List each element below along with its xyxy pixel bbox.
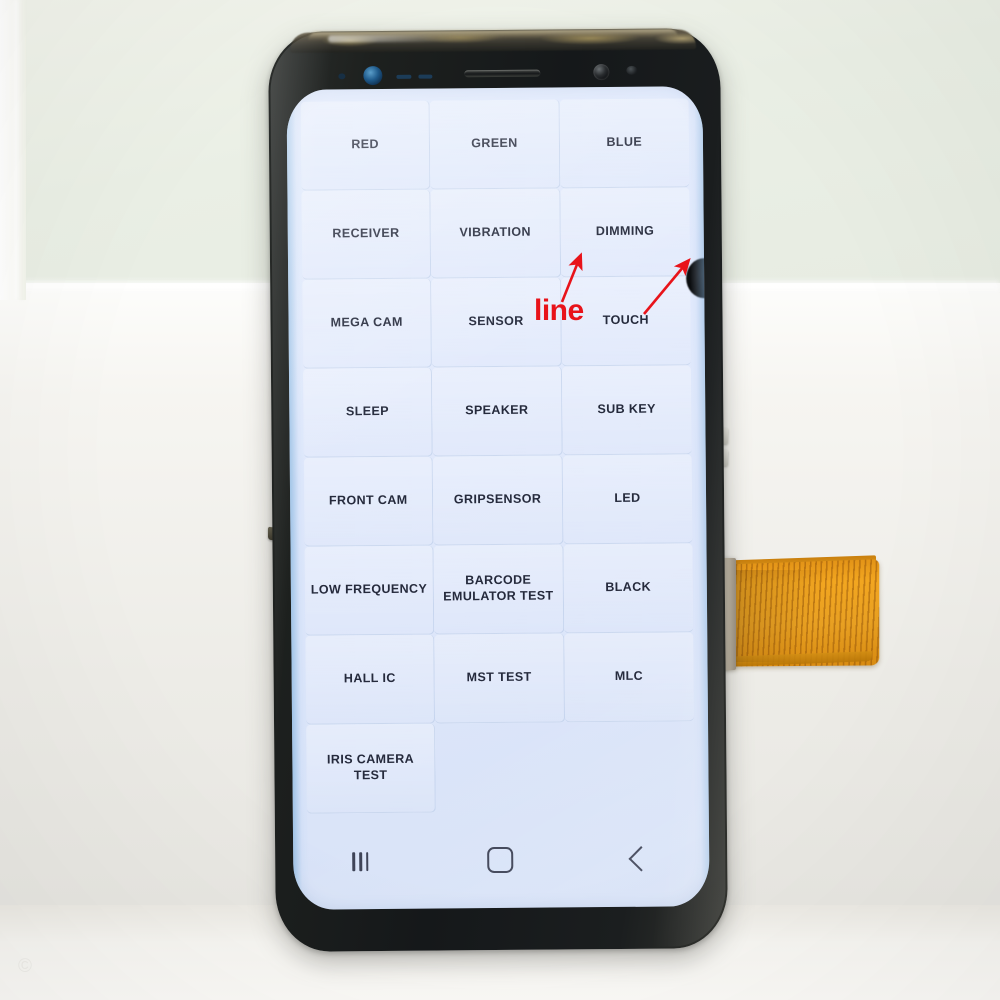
recents-button[interactable] [352, 851, 369, 871]
test-button-barcode-emulator[interactable]: BARCODE EMULATOR TEST [433, 544, 564, 635]
test-button-iris-camera-test[interactable]: IRIS CAMERA TEST [306, 723, 437, 814]
test-button-led[interactable]: LED [562, 454, 693, 545]
test-button-hall-ic[interactable]: HALL IC [305, 634, 436, 725]
test-button-blue[interactable]: BLUE [559, 98, 690, 189]
flex-cable-ribbon [720, 559, 880, 667]
test-button-touch[interactable]: TOUCH [560, 276, 691, 367]
factory-test-grid: RED GREEN BLUE RECEIVER VIBRATION DIMMIN… [300, 98, 695, 814]
screenshot-root: RED GREEN BLUE RECEIVER VIBRATION DIMMIN… [0, 0, 1000, 1000]
test-button-sub-key[interactable]: SUB KEY [561, 365, 692, 456]
sensor-dot-icon [338, 73, 346, 80]
test-button-green[interactable]: GREEN [429, 99, 561, 190]
watermark: © [18, 956, 32, 977]
proximity-sensor-icon [363, 65, 383, 86]
test-button-red[interactable]: RED [300, 100, 431, 191]
test-button-mlc[interactable]: MLC [563, 632, 695, 723]
sensor-bar-icon-1 [396, 74, 412, 79]
test-button-sleep[interactable]: SLEEP [302, 367, 434, 458]
test-button-dimming[interactable]: DIMMING [560, 187, 691, 278]
test-button-front-cam[interactable]: FRONT CAM [303, 456, 434, 547]
test-button-low-frequency[interactable]: LOW FREQUENCY [304, 545, 435, 636]
test-button-mst-test[interactable]: MST TEST [434, 633, 565, 724]
sensor-bar-icon-2 [418, 74, 433, 79]
test-button-gripsensor[interactable]: GRIPSENSOR [433, 455, 564, 546]
test-button-receiver[interactable]: RECEIVER [301, 189, 432, 280]
test-button-speaker[interactable]: SPEAKER [432, 366, 563, 457]
test-grid-empty-cell-2 [565, 721, 695, 811]
android-navigation-bar [293, 832, 709, 888]
test-button-black[interactable]: BLACK [563, 543, 694, 634]
phone-screen[interactable]: RED GREEN BLUE RECEIVER VIBRATION DIMMIN… [286, 86, 710, 910]
test-grid-empty-cell-1 [435, 722, 565, 812]
test-button-mega-cam[interactable]: MEGA CAM [302, 278, 433, 369]
test-button-sensor[interactable]: SENSOR [431, 277, 562, 368]
back-button[interactable] [628, 846, 654, 872]
front-camera [593, 64, 610, 81]
home-button[interactable] [486, 846, 514, 874]
background-left-edge [14, 0, 24, 300]
test-button-vibration[interactable]: VIBRATION [430, 188, 561, 279]
phone-body: RED GREEN BLUE RECEIVER VIBRATION DIMMIN… [267, 28, 729, 952]
iris-camera [626, 65, 638, 75]
display-flex-cable [700, 548, 890, 678]
earpiece-speaker [464, 69, 541, 78]
